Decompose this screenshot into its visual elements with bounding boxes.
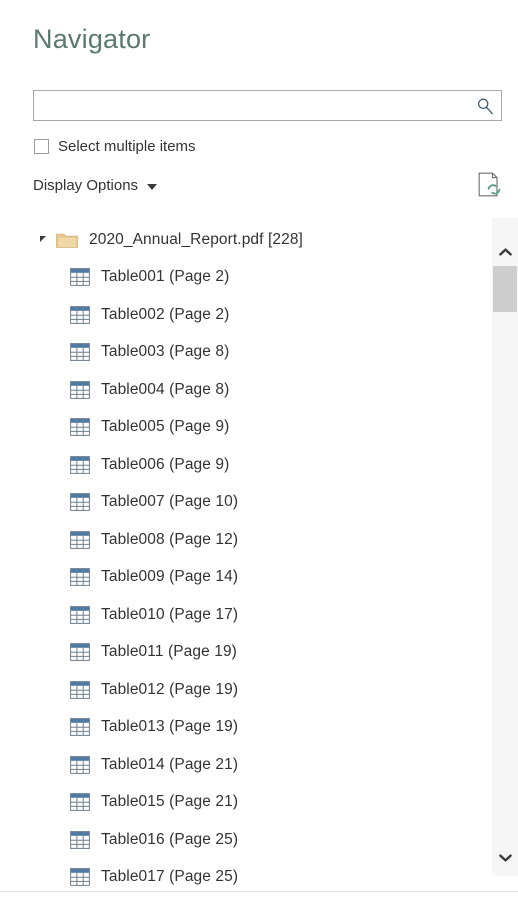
tree-row[interactable]: Table011 (Page 19) <box>0 634 475 672</box>
chevron-down-icon <box>498 849 512 862</box>
tree-row-label: Table016 (Page 25) <box>101 830 239 848</box>
table-icon <box>70 868 90 887</box>
tree-row-label: Table001 (Page 2) <box>101 268 230 286</box>
tree-row-label: Table005 (Page 9) <box>101 418 230 436</box>
table-icon <box>70 380 90 399</box>
tree-row-label: Table013 (Page 19) <box>101 718 239 736</box>
tree-row[interactable]: Table012 (Page 19) <box>0 671 475 709</box>
tree-row-label: Table008 (Page 12) <box>101 530 239 548</box>
tree-row[interactable]: Table006 (Page 9) <box>0 446 475 484</box>
table-icon <box>70 793 90 812</box>
tree-row[interactable]: Table010 (Page 17) <box>0 596 475 634</box>
tree-row-label: Table017 (Page 25) <box>101 868 239 886</box>
table-icon <box>70 680 90 699</box>
table-icon <box>70 568 90 587</box>
tree-row[interactable]: Table009 (Page 14) <box>0 559 475 597</box>
tree-row[interactable]: Table008 (Page 12) <box>0 521 475 559</box>
tree-row-label: Table007 (Page 10) <box>101 493 239 511</box>
tree-scrollbar[interactable] <box>492 218 518 876</box>
scrollbar-down-button[interactable] <box>492 840 518 866</box>
chevron-down-icon <box>147 184 158 190</box>
tree-row-label: Table006 (Page 9) <box>101 455 230 473</box>
table-icon <box>70 455 90 474</box>
select-multiple-items-row[interactable]: Select multiple items <box>34 138 196 155</box>
table-icon <box>70 830 90 849</box>
tree-list: 2020_Annual_Report.pdf [228] Table001 (P… <box>0 212 475 892</box>
search-box <box>33 90 502 121</box>
search-input[interactable] <box>33 90 502 121</box>
tree-row[interactable]: Table001 (Page 2) <box>0 259 475 297</box>
scrollbar-up-button[interactable] <box>492 234 518 260</box>
tree-row[interactable]: Table016 (Page 25) <box>0 821 475 859</box>
table-icon <box>70 643 90 662</box>
tree-row[interactable]: Table003 (Page 8) <box>0 334 475 372</box>
table-icon <box>70 755 90 774</box>
tree-row[interactable]: Table017 (Page 25) <box>0 859 475 892</box>
tree-row[interactable]: Table014 (Page 21) <box>0 746 475 784</box>
tree-row-label: Table015 (Page 21) <box>101 793 239 811</box>
tree-row[interactable]: Table015 (Page 21) <box>0 784 475 822</box>
tree-row[interactable]: Table004 (Page 8) <box>0 371 475 409</box>
tree-row-label: Table012 (Page 19) <box>101 680 239 698</box>
tree-row[interactable]: Table013 (Page 19) <box>0 709 475 747</box>
navigator-tree-panel: 2020_Annual_Report.pdf [228] Table001 (P… <box>0 212 518 892</box>
tree-row[interactable]: Table005 (Page 9) <box>0 409 475 447</box>
select-multiple-items-label: Select multiple items <box>58 138 196 155</box>
tree-row-root[interactable]: 2020_Annual_Report.pdf [228] <box>0 221 475 259</box>
table-icon <box>70 493 90 512</box>
table-icon <box>70 343 90 362</box>
table-icon <box>70 268 90 287</box>
tree-row-label: Table002 (Page 2) <box>101 305 230 323</box>
tree-row[interactable]: Table007 (Page 10) <box>0 484 475 522</box>
tree-row[interactable]: Table002 (Page 2) <box>0 296 475 334</box>
table-icon <box>70 418 90 437</box>
tree-row-label: Table010 (Page 17) <box>101 605 239 623</box>
table-icon <box>70 605 90 624</box>
table-icon <box>70 718 90 737</box>
tree-row-label: Table003 (Page 8) <box>101 343 230 361</box>
page-title: Navigator <box>33 24 151 54</box>
tree-row-label: Table004 (Page 8) <box>101 380 230 398</box>
tree-row-root-label: 2020_Annual_Report.pdf [228] <box>89 230 303 248</box>
table-icon <box>70 530 90 549</box>
chevron-up-icon <box>498 243 512 256</box>
tree-row-label: Table011 (Page 19) <box>101 643 237 661</box>
scrollbar-thumb[interactable] <box>493 266 517 312</box>
tree-row-label: Table009 (Page 14) <box>101 568 239 586</box>
display-options-label: Display Options <box>33 177 139 194</box>
select-multiple-items-checkbox[interactable] <box>34 139 49 154</box>
triangle-expanded-icon[interactable] <box>40 235 46 242</box>
table-icon <box>70 305 90 324</box>
tree-children: Table001 (Page 2) Table002 (Page 2) Tabl… <box>0 259 475 892</box>
display-options-button[interactable]: Display Options <box>33 177 158 194</box>
navigator-dialog: Navigator Select multiple items Display … <box>0 0 518 920</box>
tree-row-label: Table014 (Page 21) <box>101 755 239 773</box>
refresh-document-icon[interactable] <box>478 172 501 197</box>
folder-icon <box>56 231 78 249</box>
